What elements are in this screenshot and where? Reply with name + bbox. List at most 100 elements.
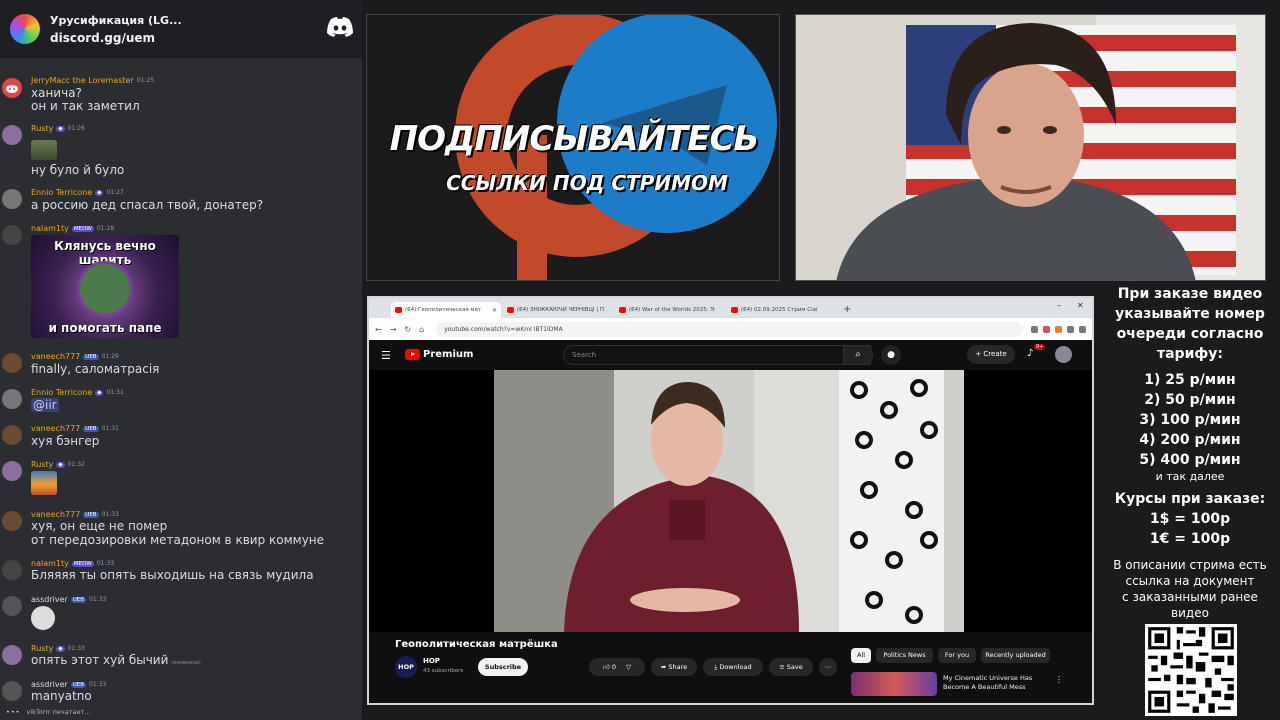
microphone-icon[interactable]: ● (881, 345, 901, 365)
discord-chat-panel: Урусификация (LG... discord.gg/uem Jerry… (0, 0, 362, 720)
hamburger-menu-icon[interactable]: ☰ (381, 349, 391, 362)
username[interactable]: Rusty (31, 124, 53, 133)
profile-icon[interactable] (1079, 325, 1086, 333)
search-input[interactable]: Search (563, 345, 871, 365)
thumbs-down-icon[interactable]: ▽ (626, 663, 631, 671)
username[interactable]: JerryMacc the Loremaster (31, 76, 134, 85)
role-badge: UEB (83, 353, 99, 360)
youtube-logo[interactable]: Premium (405, 349, 473, 360)
chip-recently-uploaded[interactable]: Recently uploaded (981, 648, 1050, 663)
address-bar: ← → ↻ ⌂ youtube.com/watch?v=wKml IBT1IDM… (369, 318, 1092, 340)
message-text: ну було й було (31, 163, 125, 177)
close-icon[interactable]: ✕ (492, 307, 497, 314)
chip-for-you[interactable]: For you (938, 648, 976, 663)
recommended-thumbnail[interactable] (851, 672, 937, 696)
more-vert-icon[interactable]: ⋮ (1055, 675, 1063, 684)
tariff-etc: и так далее (1155, 470, 1225, 483)
save-button[interactable]: ≡ Save (769, 658, 813, 676)
save-label: Save (786, 663, 803, 671)
like-count: 0 (611, 663, 616, 671)
channel-avatar[interactable]: HOP (395, 656, 417, 678)
forward-icon[interactable]: → (390, 325, 397, 334)
role-badge: ◆ (56, 125, 65, 132)
username[interactable]: vaneech777 (31, 424, 80, 433)
typing-dots-icon: ••• (6, 708, 21, 716)
username[interactable]: vaneech777 (31, 352, 80, 361)
role-badge: ◆ (95, 189, 104, 196)
order-line: При заказе видео (1117, 286, 1263, 302)
subscribe-button[interactable]: Subscribe (478, 658, 528, 676)
user-avatar[interactable] (2, 78, 22, 98)
username[interactable]: assdriver (31, 595, 68, 604)
browser-tab[interactable]: (64) 02.09.2025 Стрим Clai (727, 302, 837, 318)
close-window-icon[interactable]: ✕ (1077, 301, 1084, 310)
browser-tab[interactable]: (64) Геополитическая мат ✕ (391, 302, 501, 318)
username[interactable]: vaneech777 (31, 510, 80, 519)
message-text: он и так заметил (31, 99, 140, 113)
user-avatar[interactable] (2, 681, 22, 701)
logo-text: Premium (423, 349, 474, 360)
extension-icon[interactable] (1055, 325, 1062, 333)
user-avatar[interactable] (2, 225, 22, 245)
reload-icon[interactable]: ↻ (404, 325, 411, 334)
back-icon[interactable]: ← (375, 325, 382, 334)
username[interactable]: assdriver (31, 680, 68, 689)
user-avatar[interactable] (2, 425, 22, 445)
user-avatar[interactable] (2, 511, 22, 531)
username[interactable]: nalam1ty (31, 559, 69, 568)
channel-name[interactable]: HOP (423, 657, 440, 665)
new-tab-button[interactable]: + (843, 302, 851, 318)
server-icon[interactable] (10, 14, 40, 44)
message-text: хуя, он еще не помер (31, 519, 168, 533)
chip-all[interactable]: All (851, 648, 871, 663)
extension-icon[interactable] (1043, 325, 1050, 333)
extension-icon[interactable] (1031, 325, 1038, 333)
user-avatar[interactable] (2, 389, 22, 409)
extension-icon[interactable] (1067, 325, 1074, 333)
message-text: finally, саломатрасія (31, 362, 160, 376)
home-icon[interactable]: ⌂ (419, 325, 424, 334)
create-button[interactable]: + Create (967, 345, 1015, 364)
message-text: опять этот хуй бычий (31, 653, 169, 667)
share-button[interactable]: ➦ Share (651, 658, 697, 676)
minimize-icon[interactable]: – (1057, 301, 1061, 310)
tab-title: (64) ЗНІЖКАЮЧИ ЧЕРНІВЦІ | П (517, 307, 604, 313)
message-text: ханича? (31, 86, 82, 100)
invite-link[interactable]: discord.gg/uem (50, 31, 182, 45)
banner-subtitle: ССЫЛКИ ПОД СТРИМОМ (446, 171, 728, 195)
order-info-panel: При заказе видео указывайте номер очеред… (1100, 283, 1280, 623)
chip-politics-news[interactable]: Politics News (876, 648, 933, 663)
search-icon[interactable]: ⌕ (843, 345, 873, 365)
username[interactable]: Ennio Terricone (31, 388, 92, 397)
user-mention[interactable]: @iir (31, 398, 59, 412)
message-text: manyatno (31, 689, 92, 703)
user-avatar[interactable] (2, 353, 22, 373)
username[interactable]: Rusty (31, 460, 53, 469)
username[interactable]: nalam1ty (31, 224, 69, 233)
username[interactable]: Ennio Terricone (31, 188, 92, 197)
video-player[interactable] (369, 370, 1092, 632)
download-label: Download (719, 663, 752, 671)
bell-icon[interactable]: ♪ (1027, 348, 1033, 359)
username[interactable]: Rusty (31, 644, 53, 653)
timestamp: 01:32 (67, 461, 85, 468)
download-icon: ⤓ (714, 663, 718, 671)
recommended-title[interactable]: My Cinematic Universe Has Become A Beaut… (943, 674, 1053, 692)
thumbs-up-icon[interactable]: 👍︎ (603, 663, 610, 671)
subscriber-count: 43 subscribers (423, 668, 464, 674)
message-text: от передозировки метадоном в квир коммун… (31, 533, 325, 547)
qr-code-icon[interactable] (1145, 624, 1237, 716)
user-avatar[interactable] (2, 461, 22, 481)
browser-tab[interactable]: (64) ЗНІЖКАЮЧИ ЧЕРНІВЦІ | П (503, 302, 613, 318)
download-button[interactable]: ⤓ Download (703, 658, 763, 676)
user-avatar[interactable] (2, 560, 22, 580)
url-field[interactable]: youtube.com/watch?v=wKml IBT1IDMA (436, 321, 1023, 337)
browser-tab[interactable]: (64) War of the Worlds 2025: Tr (615, 302, 725, 318)
role-badge: MEOW (71, 225, 94, 232)
user-avatar[interactable] (2, 125, 22, 145)
more-actions-icon[interactable]: ⋯ (819, 658, 837, 676)
account-avatar[interactable] (1055, 346, 1072, 363)
user-avatar[interactable] (2, 189, 22, 209)
user-avatar[interactable] (2, 645, 22, 665)
user-avatar[interactable] (2, 596, 22, 616)
